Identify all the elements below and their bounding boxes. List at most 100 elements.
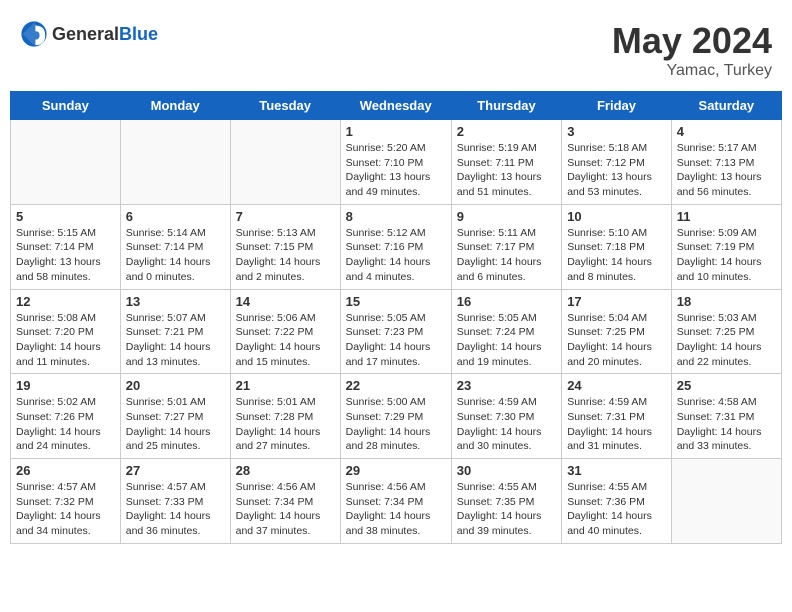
cell-info: Sunrise: 5:09 AM Sunset: 7:19 PM Dayligh… xyxy=(677,226,776,285)
day-number: 1 xyxy=(346,124,446,139)
cell-info: Sunrise: 4:55 AM Sunset: 7:36 PM Dayligh… xyxy=(567,480,666,539)
cell-info: Sunrise: 5:18 AM Sunset: 7:12 PM Dayligh… xyxy=(567,141,666,200)
cell-info: Sunrise: 5:03 AM Sunset: 7:25 PM Dayligh… xyxy=(677,311,776,370)
day-number: 28 xyxy=(236,463,335,478)
col-header-thursday: Thursday xyxy=(451,92,561,120)
calendar-cell: 10 Sunrise: 5:10 AM Sunset: 7:18 PM Dayli… xyxy=(562,204,672,289)
cell-info: Sunrise: 5:06 AM Sunset: 7:22 PM Dayligh… xyxy=(236,311,335,370)
day-number: 18 xyxy=(677,294,776,309)
day-number: 29 xyxy=(346,463,446,478)
day-number: 10 xyxy=(567,209,666,224)
calendar-cell: 21Sunrise: 5:01 AM Sunset: 7:28 PM Dayli… xyxy=(230,374,340,459)
calendar-cell: 28 Sunrise: 4:56 AM Sunset: 7:34 PM Dayli… xyxy=(230,459,340,544)
calendar-cell: 24 Sunrise: 4:59 AM Sunset: 7:31 PM Dayli… xyxy=(562,374,672,459)
calendar-table: SundayMondayTuesdayWednesdayThursdayFrid… xyxy=(10,91,782,544)
calendar-cell: 31 Sunrise: 4:55 AM Sunset: 7:36 PM Dayli… xyxy=(562,459,672,544)
calendar-header-row: SundayMondayTuesdayWednesdayThursdayFrid… xyxy=(11,92,782,120)
cell-info: Sunrise: 4:58 AM Sunset: 7:31 PM Dayligh… xyxy=(677,395,776,454)
day-number: 31 xyxy=(567,463,666,478)
day-number: 27 xyxy=(126,463,225,478)
day-number: 7 xyxy=(236,209,335,224)
calendar-cell: 9 Sunrise: 5:11 AM Sunset: 7:17 PM Daylig… xyxy=(451,204,561,289)
cell-info: Sunrise: 5:14 AM Sunset: 7:14 PM Dayligh… xyxy=(126,226,225,285)
day-number: 9 xyxy=(457,209,556,224)
calendar-cell: 16 Sunrise: 5:05 AM Sunset: 7:24 PM Dayli… xyxy=(451,289,561,374)
cell-info: Sunrise: 4:59 AM Sunset: 7:31 PM Dayligh… xyxy=(567,395,666,454)
col-header-monday: Monday xyxy=(120,92,230,120)
cell-info: Sunrise: 4:57 AM Sunset: 7:32 PM Dayligh… xyxy=(16,480,115,539)
calendar-cell: 22 Sunrise: 5:00 AM Sunset: 7:29 PM Dayli… xyxy=(340,374,451,459)
day-number: 30 xyxy=(457,463,556,478)
calendar-cell: 27 Sunrise: 4:57 AM Sunset: 7:33 PM Dayli… xyxy=(120,459,230,544)
main-title: May 2024 xyxy=(612,20,772,62)
day-number: 5 xyxy=(16,209,115,224)
cell-info: Sunrise: 5:19 AM Sunset: 7:11 PM Dayligh… xyxy=(457,141,556,200)
day-number: 2 xyxy=(457,124,556,139)
day-number: 14 xyxy=(236,294,335,309)
calendar-cell: 13 Sunrise: 5:07 AM Sunset: 7:21 PM Dayli… xyxy=(120,289,230,374)
calendar-week-row: 26 Sunrise: 4:57 AM Sunset: 7:32 PM Dayli… xyxy=(11,459,782,544)
calendar-cell: 15Sunrise: 5:05 AM Sunset: 7:23 PM Dayli… xyxy=(340,289,451,374)
calendar-cell: 5 Sunrise: 5:15 AM Sunset: 7:14 PM Daylig… xyxy=(11,204,121,289)
calendar-cell: 12Sunrise: 5:08 AM Sunset: 7:20 PM Dayli… xyxy=(11,289,121,374)
calendar-cell: 2 Sunrise: 5:19 AM Sunset: 7:11 PM Daylig… xyxy=(451,120,561,205)
day-number: 22 xyxy=(346,378,446,393)
cell-info: Sunrise: 4:55 AM Sunset: 7:35 PM Dayligh… xyxy=(457,480,556,539)
calendar-week-row: 19 Sunrise: 5:02 AM Sunset: 7:26 PM Dayli… xyxy=(11,374,782,459)
cell-info: Sunrise: 5:20 AM Sunset: 7:10 PM Dayligh… xyxy=(346,141,446,200)
cell-info: Sunrise: 5:07 AM Sunset: 7:21 PM Dayligh… xyxy=(126,311,225,370)
calendar-cell: 11Sunrise: 5:09 AM Sunset: 7:19 PM Dayli… xyxy=(671,204,781,289)
day-number: 23 xyxy=(457,378,556,393)
calendar-cell xyxy=(671,459,781,544)
day-number: 26 xyxy=(16,463,115,478)
col-header-sunday: Sunday xyxy=(11,92,121,120)
day-number: 4 xyxy=(677,124,776,139)
logo-blue-text: Blue xyxy=(119,24,158,44)
calendar-cell: 1 Sunrise: 5:20 AM Sunset: 7:10 PM Daylig… xyxy=(340,120,451,205)
calendar-cell: 7 Sunrise: 5:13 AM Sunset: 7:15 PM Daylig… xyxy=(230,204,340,289)
cell-info: Sunrise: 5:17 AM Sunset: 7:13 PM Dayligh… xyxy=(677,141,776,200)
cell-info: Sunrise: 5:05 AM Sunset: 7:24 PM Dayligh… xyxy=(457,311,556,370)
cell-info: Sunrise: 4:56 AM Sunset: 7:34 PM Dayligh… xyxy=(346,480,446,539)
day-number: 19 xyxy=(16,378,115,393)
cell-info: Sunrise: 5:10 AM Sunset: 7:18 PM Dayligh… xyxy=(567,226,666,285)
calendar-cell xyxy=(11,120,121,205)
calendar-cell: 25 Sunrise: 4:58 AM Sunset: 7:31 PM Dayli… xyxy=(671,374,781,459)
cell-info: Sunrise: 5:15 AM Sunset: 7:14 PM Dayligh… xyxy=(16,226,115,285)
calendar-cell: 29 Sunrise: 4:56 AM Sunset: 7:34 PM Dayli… xyxy=(340,459,451,544)
col-header-wednesday: Wednesday xyxy=(340,92,451,120)
calendar-cell xyxy=(230,120,340,205)
calendar-cell: 14 Sunrise: 5:06 AM Sunset: 7:22 PM Dayli… xyxy=(230,289,340,374)
cell-info: Sunrise: 4:56 AM Sunset: 7:34 PM Dayligh… xyxy=(236,480,335,539)
day-number: 17 xyxy=(567,294,666,309)
cell-info: Sunrise: 5:00 AM Sunset: 7:29 PM Dayligh… xyxy=(346,395,446,454)
cell-info: Sunrise: 5:08 AM Sunset: 7:20 PM Dayligh… xyxy=(16,311,115,370)
logo-text: General xyxy=(52,24,119,44)
cell-info: Sunrise: 5:02 AM Sunset: 7:26 PM Dayligh… xyxy=(16,395,115,454)
logo-icon xyxy=(20,20,48,48)
calendar-week-row: 1 Sunrise: 5:20 AM Sunset: 7:10 PM Daylig… xyxy=(11,120,782,205)
calendar-cell: 6Sunrise: 5:14 AM Sunset: 7:14 PM Daylig… xyxy=(120,204,230,289)
day-number: 24 xyxy=(567,378,666,393)
logo: GeneralBlue xyxy=(20,20,158,48)
day-number: 25 xyxy=(677,378,776,393)
col-header-saturday: Saturday xyxy=(671,92,781,120)
calendar-cell: 19 Sunrise: 5:02 AM Sunset: 7:26 PM Dayli… xyxy=(11,374,121,459)
cell-info: Sunrise: 5:01 AM Sunset: 7:28 PM Dayligh… xyxy=(236,395,335,454)
day-number: 16 xyxy=(457,294,556,309)
day-number: 3 xyxy=(567,124,666,139)
calendar-cell: 18 Sunrise: 5:03 AM Sunset: 7:25 PM Dayli… xyxy=(671,289,781,374)
cell-info: Sunrise: 5:11 AM Sunset: 7:17 PM Dayligh… xyxy=(457,226,556,285)
cell-info: Sunrise: 5:13 AM Sunset: 7:15 PM Dayligh… xyxy=(236,226,335,285)
day-number: 15 xyxy=(346,294,446,309)
title-block: May 2024 Yamac, Turkey xyxy=(612,20,772,80)
cell-info: Sunrise: 4:57 AM Sunset: 7:33 PM Dayligh… xyxy=(126,480,225,539)
calendar-cell: 3 Sunrise: 5:18 AM Sunset: 7:12 PM Daylig… xyxy=(562,120,672,205)
calendar-week-row: 12Sunrise: 5:08 AM Sunset: 7:20 PM Dayli… xyxy=(11,289,782,374)
cell-info: Sunrise: 5:04 AM Sunset: 7:25 PM Dayligh… xyxy=(567,311,666,370)
subtitle: Yamac, Turkey xyxy=(612,62,772,80)
calendar-cell: 30 Sunrise: 4:55 AM Sunset: 7:35 PM Dayli… xyxy=(451,459,561,544)
cell-info: Sunrise: 5:01 AM Sunset: 7:27 PM Dayligh… xyxy=(126,395,225,454)
day-number: 13 xyxy=(126,294,225,309)
calendar-cell: 23Sunrise: 4:59 AM Sunset: 7:30 PM Dayli… xyxy=(451,374,561,459)
